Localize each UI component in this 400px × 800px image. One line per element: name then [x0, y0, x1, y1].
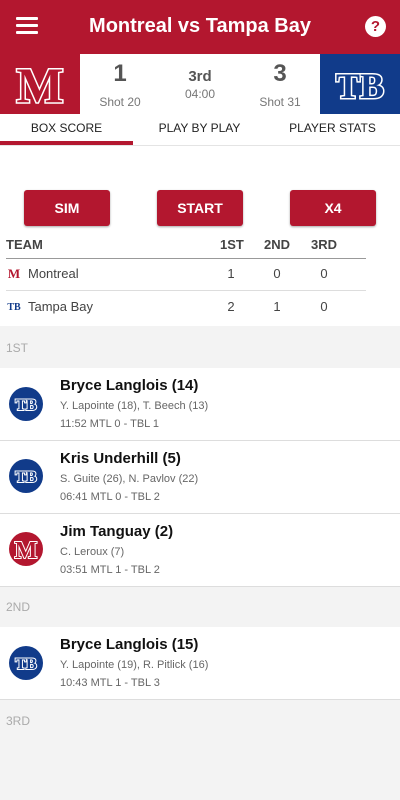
svg-text:TB: TB [7, 302, 21, 312]
tampa-bay-logo: TB [320, 54, 400, 114]
help-icon[interactable]: ? [365, 16, 386, 37]
active-tab-indicator [0, 141, 133, 145]
svg-text:TB: TB [15, 656, 37, 673]
montreal-logo: M [0, 54, 80, 114]
goal-time-score: 11:52 MTL 0 - TBL 1 [60, 418, 160, 430]
goal-card[interactable]: TB Kris Underhill (5) S. Guite (26), N. … [0, 441, 400, 514]
tampa-bay-logo-icon: TB [9, 459, 43, 493]
goal-assists: Y. Lapointe (18), T. Beech (13) [60, 400, 209, 412]
away-score: 3 [273, 60, 287, 87]
tampa-bay-logo-icon: TB [9, 387, 43, 421]
goal-assists: S. Guite (26), N. Pavlov (22) [60, 473, 199, 485]
header-2nd: 2ND [264, 237, 291, 252]
goal-time-score: 03:51 MTL 1 - TBL 2 [60, 564, 160, 576]
x4-speed-button[interactable]: X4 [290, 190, 376, 226]
tampa-bay-logo-icon: TB [9, 646, 43, 680]
goal-time-score: 06:41 MTL 0 - TBL 2 [60, 491, 160, 503]
team-name: Tampa Bay [28, 299, 94, 314]
svg-text:M: M [16, 57, 63, 113]
period-header-2nd: 2ND [6, 600, 31, 614]
team-name: Montreal [28, 266, 79, 281]
period-1-goals: 1 [227, 266, 235, 281]
period-1-goals: 2 [227, 299, 235, 314]
row-divider [6, 290, 366, 291]
start-button[interactable]: START [157, 190, 243, 226]
goal-assists: C. Leroux (7) [60, 546, 125, 558]
svg-text:M: M [8, 267, 20, 279]
scoreboard: M 1 Shot 20 3rd 04:00 3 Shot 31 TB [0, 54, 400, 114]
home-score: 1 [113, 60, 127, 87]
goal-scorer: Bryce Langlois (14) [60, 377, 199, 394]
tab-box-score[interactable]: BOX SCORE [0, 121, 133, 135]
header-1st: 1ST [220, 237, 244, 252]
goal-card[interactable]: M Jim Tanguay (2) C. Leroux (7) 03:51 MT… [0, 514, 400, 587]
sim-controls: SIM START X4 [0, 146, 400, 230]
box-score-table: TEAM 1ST 2ND 3RD M Montreal 1 0 0 TB Tam… [0, 230, 400, 326]
game-period: 3rd [188, 68, 212, 85]
tab-play-by-play[interactable]: PLAY BY PLAY [133, 121, 266, 135]
period-2-goals: 0 [273, 266, 281, 281]
svg-text:M: M [15, 538, 38, 564]
menu-icon[interactable] [16, 17, 38, 35]
period-2-goals: 1 [273, 299, 281, 314]
period-header-1st: 1ST [6, 341, 29, 355]
period-3-goals: 0 [320, 299, 328, 314]
svg-text:TB: TB [15, 397, 37, 414]
svg-text:TB: TB [336, 66, 384, 106]
header-team: TEAM [6, 237, 43, 252]
period-3-goals: 0 [320, 266, 328, 281]
home-shots: Shot 20 [99, 95, 141, 109]
tab-player-stats[interactable]: PLAYER STATS [266, 121, 399, 135]
period-header-3rd: 3RD [6, 714, 31, 728]
goal-scorer: Jim Tanguay (2) [60, 523, 174, 540]
header-divider [6, 258, 366, 259]
away-shots: Shot 31 [259, 95, 301, 109]
goal-assists: Y. Lapointe (19), R. Pitlick (16) [60, 659, 209, 671]
goal-card[interactable]: TB Bryce Langlois (14) Y. Lapointe (18),… [0, 368, 400, 441]
montreal-small-logo: M [8, 267, 20, 279]
goal-time-score: 10:43 MTL 1 - TBL 3 [60, 677, 160, 689]
goal-scorer: Kris Underhill (5) [60, 450, 181, 467]
goal-card[interactable]: TB Bryce Langlois (15) Y. Lapointe (19),… [0, 627, 400, 700]
tampa-bay-small-logo: TB [7, 302, 21, 312]
header-3rd: 3RD [311, 237, 338, 252]
page-title: Montreal vs Tampa Bay [89, 15, 311, 37]
svg-text:TB: TB [15, 469, 37, 486]
montreal-logo-icon: M [9, 532, 43, 566]
app-bar: Montreal vs Tampa Bay ? [0, 0, 400, 54]
goal-scorer: Bryce Langlois (15) [60, 636, 199, 653]
sim-button[interactable]: SIM [24, 190, 110, 226]
game-clock: 04:00 [184, 87, 216, 101]
